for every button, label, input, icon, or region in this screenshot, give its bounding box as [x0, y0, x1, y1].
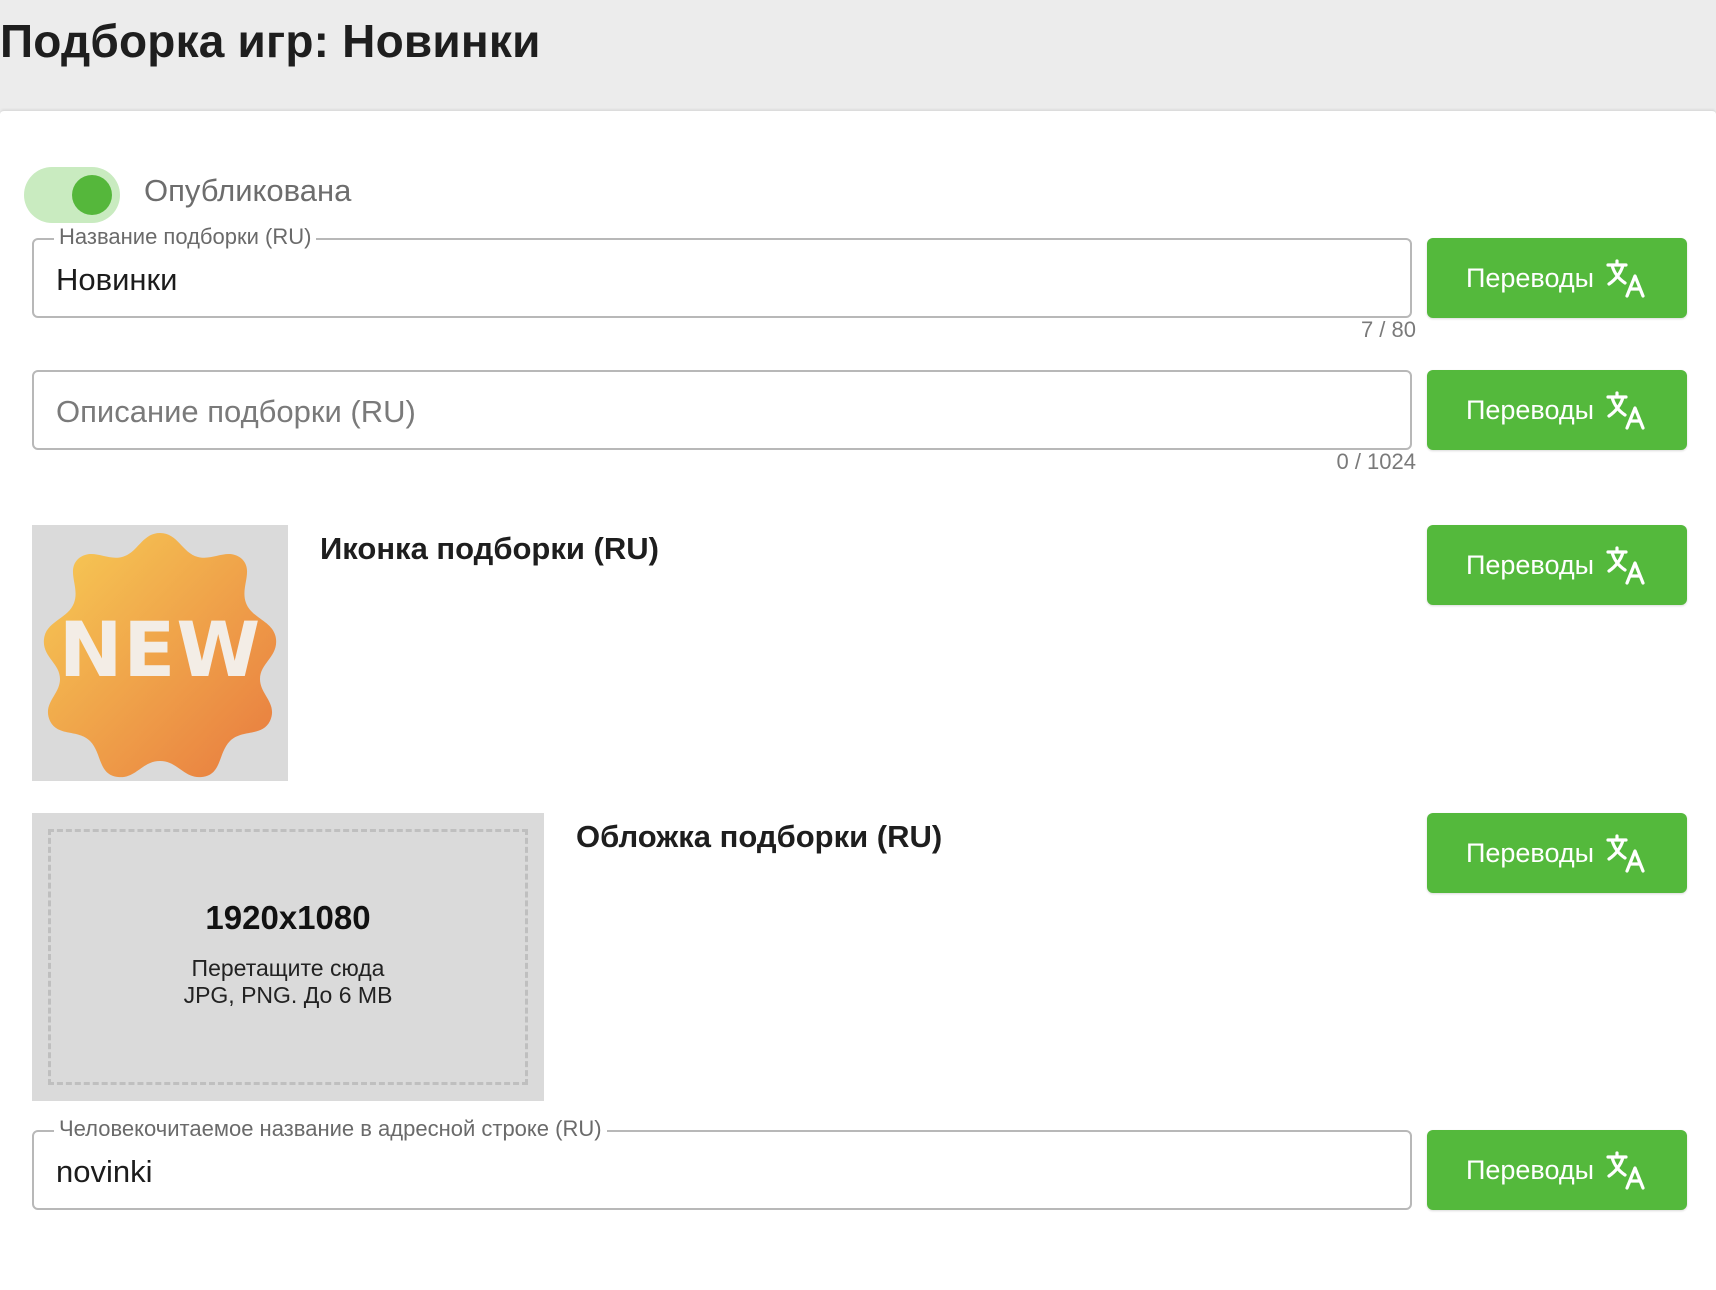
translations-button-label: Переводы: [1465, 262, 1595, 293]
cover-hint: Перетащите сюда JPG, PNG. До 6 MB: [32, 955, 544, 1009]
slug-translations-button[interactable]: Переводы: [1427, 1130, 1687, 1210]
cover-section-title: Обложка подборки (RU): [576, 819, 943, 854]
slug-field[interactable]: Человекочитаемое название в адресной стр…: [32, 1115, 1412, 1210]
translate-icon: [1606, 1151, 1645, 1190]
published-label: Опубликована: [144, 173, 352, 208]
collection-description-counter: 0 / 1024: [1336, 449, 1416, 474]
translations-button-label: Переводы: [1465, 394, 1595, 425]
translations-button-label: Переводы: [1465, 837, 1595, 868]
cover-hint-line2: JPG, PNG. До 6 MB: [183, 982, 393, 1008]
page-header: Подборка игр: Новинки: [0, 0, 1716, 110]
translations-button-label: Переводы: [1465, 549, 1595, 580]
cover-resolution: 1920x1080: [205, 899, 371, 936]
slug-legend: Человекочитаемое название в адресной стр…: [54, 1115, 607, 1143]
slug-value[interactable]: novinki: [56, 1154, 153, 1190]
collection-icon-image[interactable]: NEW: [32, 525, 288, 781]
published-toggle[interactable]: [24, 167, 120, 223]
collection-name-counter: 7 / 80: [1360, 317, 1416, 342]
toggle-knob: [72, 175, 112, 215]
name-translations-button[interactable]: Переводы: [1427, 238, 1687, 318]
icon-section-title: Иконка подборки (RU): [320, 531, 659, 566]
translations-button-label: Переводы: [1465, 1154, 1595, 1185]
translate-icon: [1606, 834, 1645, 873]
badge-text: NEW: [59, 605, 261, 694]
translate-icon: [1606, 546, 1645, 585]
cover-translations-button[interactable]: Переводы: [1427, 813, 1687, 893]
description-translations-button[interactable]: Переводы: [1427, 370, 1687, 450]
collection-name-field[interactable]: Название подборки (RU) Новинки: [32, 223, 1412, 318]
form-panel: Опубликована Название подборки (RU) Нови…: [0, 110, 1716, 1290]
cover-hint-line1: Перетащите сюда: [191, 955, 385, 981]
collection-description-placeholder[interactable]: Описание подборки (RU): [56, 394, 416, 430]
icon-translations-button[interactable]: Переводы: [1427, 525, 1687, 605]
translate-icon: [1606, 259, 1645, 298]
collection-name-legend: Название подборки (RU): [54, 223, 317, 251]
translate-icon: [1606, 391, 1645, 430]
collection-description-field[interactable]: Описание подборки (RU): [32, 370, 1412, 450]
cover-dropzone[interactable]: 1920x1080 Перетащите сюда JPG, PNG. До 6…: [32, 813, 544, 1101]
new-badge-icon: NEW: [43, 533, 277, 778]
collection-name-value[interactable]: Новинки: [56, 262, 177, 298]
page-title: Подборка игр: Новинки: [0, 15, 541, 67]
